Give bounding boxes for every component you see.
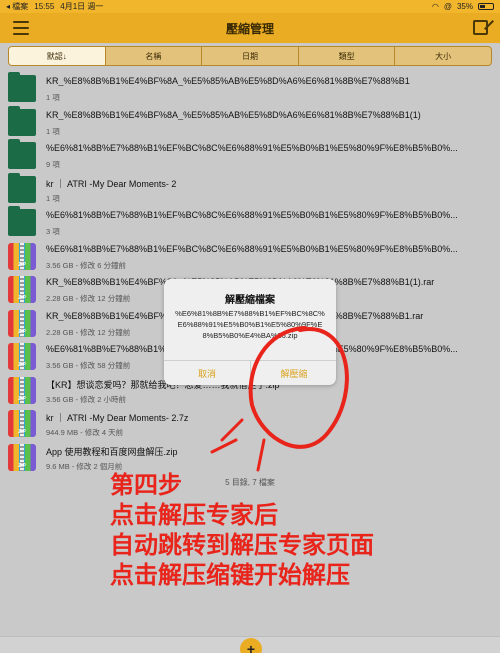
battery-percent: 35% <box>456 2 473 11</box>
item-name: KR_%E8%8B%B1%E4%BF%8A_%E5%85%AB%E5%8D%A6… <box>46 76 410 86</box>
zip-file-icon: ZIP <box>8 343 36 370</box>
tab-default[interactable]: 默認↓ <box>9 47 106 65</box>
item-detail: 3.56 GB - 修改 6 分鐘前 <box>46 260 127 270</box>
folder-icon <box>8 172 36 203</box>
annotation-line: 点击解压缩键开始解压 <box>110 561 350 589</box>
item-name: kr ｜ ATRI -My Dear Moments- 2.7z <box>46 413 189 423</box>
tab-type[interactable]: 類型 <box>299 47 396 65</box>
item-detail: 2.28 GB - 修改 12 分鐘前 <box>46 327 131 337</box>
page-title: 壓縮管理 <box>225 21 274 36</box>
item-detail: 3 項 <box>46 227 60 236</box>
annotation-line: 第四步 <box>110 471 182 499</box>
sort-tabs: 默認↓ 名稱 日期 類型 大小 <box>8 46 492 66</box>
list-item[interactable]: ZIP App 使用教程和百度网盘解压.zip 9.6 MB - 修改 2 個月前 <box>0 441 500 475</box>
item-name: kr ｜ ATRI -My Dear Moments- 2 <box>46 178 177 189</box>
date-label: 4月1日 週一 <box>60 2 104 11</box>
wifi-icon: ◠ <box>431 2 439 11</box>
zip-file-icon: ZIP <box>8 443 36 471</box>
time-label: 15:55 <box>34 2 55 11</box>
list-item[interactable]: kr ｜ ATRI -My Dear Moments- 2 1 項 <box>0 172 500 207</box>
item-detail: 3.56 GB - 修改 2 小時前 <box>46 394 127 404</box>
menu-icon[interactable] <box>13 21 29 35</box>
item-name: KR_%E8%8B%B1%E4%BF%8A_%E5%85%AB%E5%8D%A6… <box>46 109 421 120</box>
annotation-line: 自动跳转到解压专家页面 <box>110 531 374 559</box>
instruction-annotation: 第四步 点击解压专家后 自动跳转到解压专家页面 点击解压缩键开始解压 <box>110 470 490 590</box>
list-item[interactable]: ZIP kr ｜ ATRI -My Dear Moments- 2.7z 944.9… <box>0 407 500 441</box>
item-detail: 3.56 GB - 修改 58 分鐘前 <box>46 361 131 370</box>
zip-file-icon: ZIP <box>8 309 36 337</box>
dialog-message: %E6%81%8B%E7%88%B1%EF%BC%8C%E6%88%91%E5%… <box>175 309 325 340</box>
item-detail: 944.9 MB - 修改 4 天前 <box>46 428 124 437</box>
annotation-line: 点击解压专家后 <box>110 501 278 529</box>
back-to-app-label[interactable]: ◂ 檔案 <box>6 1 28 12</box>
zip-file-icon: ZIP <box>8 410 36 437</box>
nav-bar: 壓縮管理 <box>0 13 500 43</box>
file-list: KR_%E8%8B%B1%E4%BF%8A_%E5%85%AB%E5%8D%A6… <box>0 72 500 474</box>
tab-size[interactable]: 大小 <box>395 47 491 65</box>
list-item[interactable]: KR_%E8%8B%B1%E4%BF%8A_%E5%85%AB%E5%8D%A6… <box>0 72 500 106</box>
tab-date[interactable]: 日期 <box>202 47 299 65</box>
extract-dialog: 解壓縮檔案 %E6%81%8B%E7%88%B1%EF%BC%8C%E6%88%… <box>164 279 336 385</box>
extract-button[interactable]: 解壓縮 <box>251 361 337 385</box>
item-detail: 9 項 <box>46 160 60 169</box>
item-detail: 2.28 GB - 修改 12 分鐘前 <box>46 294 131 303</box>
folder-icon <box>8 139 36 169</box>
item-name: App 使用教程和百度网盘解压.zip <box>46 446 178 457</box>
compose-icon[interactable] <box>473 20 488 35</box>
zip-file-icon: ZIP <box>8 242 36 270</box>
item-name: %E6%81%8B%E7%88%B1%EF%BC%8C%E6%88%91%E5%… <box>46 243 458 254</box>
folder-icon <box>8 105 36 136</box>
item-name: %E6%81%8B%E7%88%B1%EF%BC%8C%E6%88%91%E5%… <box>46 210 458 220</box>
item-name: %E6%81%8B%E7%88%B1%EF%BC%8C%E6%88%91%E5%… <box>46 143 458 153</box>
list-item[interactable]: %E6%81%8B%E7%88%B1%EF%BC%8C%E6%88%91%E5%… <box>0 139 500 173</box>
list-item[interactable]: KR_%E8%8B%B1%E4%BF%8A_%E5%85%AB%E5%8D%A6… <box>0 105 500 140</box>
item-detail: 1 項 <box>46 193 60 203</box>
dialog-title: 解壓縮檔案 <box>225 295 275 306</box>
item-detail: 1 項 <box>46 126 60 136</box>
add-button[interactable]: + <box>240 638 262 653</box>
item-detail: 1 項 <box>46 93 60 102</box>
folder-icon <box>8 206 36 236</box>
cancel-button[interactable]: 取消 <box>164 361 250 385</box>
zip-file-icon: ZIP <box>8 276 36 303</box>
status-bar: ◂ 檔案 15:55 4月1日 週一 ◠ @ 35% <box>0 0 500 13</box>
compass-icon: @ <box>443 2 452 11</box>
folder-icon <box>8 72 36 102</box>
list-item[interactable]: ZIP %E6%81%8B%E7%88%B1%EF%BC%8C%E6%88%91%… <box>0 240 500 274</box>
zip-file-icon: ZIP <box>8 376 36 404</box>
list-item[interactable]: %E6%81%8B%E7%88%B1%EF%BC%8C%E6%88%91%E5%… <box>0 206 500 240</box>
tab-name[interactable]: 名稱 <box>106 47 203 65</box>
battery-icon <box>478 3 494 10</box>
